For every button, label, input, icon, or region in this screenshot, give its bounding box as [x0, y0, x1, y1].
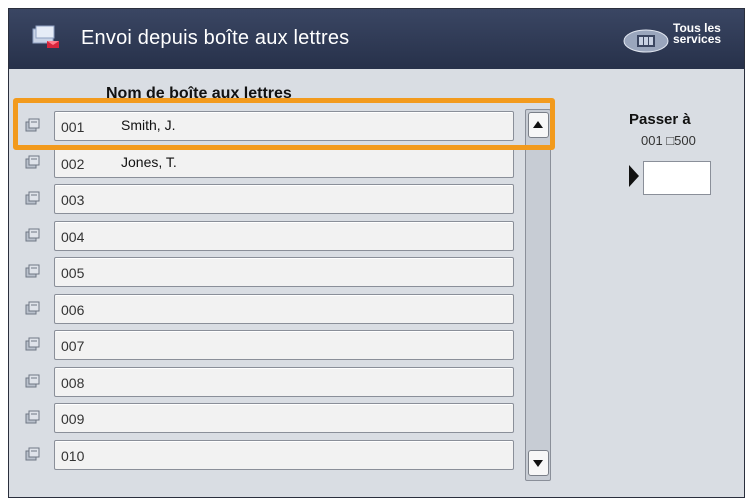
grid-services-icon: [623, 29, 669, 53]
mailbox-icon: [25, 264, 40, 278]
mailbox-field[interactable]: 006: [54, 293, 514, 324]
mailbox-icon: [25, 447, 40, 460]
mailbox-icon: [25, 410, 40, 424]
mailbox-icon: [25, 191, 40, 205]
mailbox-list: 001 Smith, J. 002 Jones, T. 003 004 005 006 007 0…: [19, 109, 551, 481]
mailbox-field[interactable]: 009: [54, 403, 514, 433]
goto-label: Passer à: [629, 111, 691, 128]
mailbox-send-icon: [32, 25, 59, 48]
mailbox-icon: [25, 118, 40, 132]
mailbox-row[interactable]: 009: [19, 401, 519, 435]
mailbox-field[interactable]: 001 Smith, J.: [54, 111, 514, 141]
mailbox-row[interactable]: 001 Smith, J.: [19, 109, 519, 143]
mailbox-number: 005: [61, 265, 85, 281]
mailbox-icon: [25, 337, 40, 351]
mailbox-icon: [25, 301, 40, 314]
mailbox-field[interactable]: 002 Jones, T.: [54, 147, 514, 178]
mailbox-number: 006: [61, 301, 85, 318]
scroll-up-icon: [533, 121, 543, 128]
mailbox-number: 010: [61, 447, 85, 464]
mailbox-name: Smith, J.: [121, 117, 176, 133]
mailbox-row[interactable]: 003: [19, 182, 519, 216]
goto-input[interactable]: [643, 161, 711, 195]
mailbox-name-header: Nom de boîte aux lettres: [106, 85, 292, 102]
mailbox-row[interactable]: 005: [19, 255, 519, 289]
mailbox-number: 008: [61, 374, 85, 391]
mailbox-row[interactable]: 010: [19, 438, 519, 472]
mailbox-icon: [25, 374, 40, 387]
mailbox-name: Jones, T.: [121, 153, 177, 170]
mailbox-field[interactable]: 005: [54, 257, 514, 287]
mailbox-field[interactable]: 004: [54, 220, 514, 251]
scroll-down-button[interactable]: [528, 450, 549, 476]
mailbox-field[interactable]: 008: [54, 366, 514, 397]
mailbox-number: 001: [61, 119, 85, 135]
goto-range: 001 □500: [641, 133, 696, 148]
mailbox-field[interactable]: 003: [54, 184, 514, 214]
mailbox-row[interactable]: 006: [19, 292, 519, 326]
all-services-label: Tous les services: [673, 21, 722, 46]
title-bar: Envoi depuis boîte aux lettres Tous les …: [9, 9, 744, 69]
mailbox-row[interactable]: 008: [19, 365, 519, 399]
mailbox-field[interactable]: 007: [54, 330, 514, 360]
all-services-button[interactable]: Tous les services: [621, 19, 743, 67]
mailbox-row[interactable]: 002 Jones, T.: [19, 146, 519, 180]
scroll-up-button[interactable]: [528, 112, 549, 138]
goto-pointer-icon: [629, 165, 639, 187]
scroll-down-icon: [533, 460, 543, 467]
mailbox-number: 002: [61, 155, 85, 172]
mailbox-number: 003: [61, 192, 85, 208]
list-scrollbar[interactable]: [525, 109, 551, 481]
mailbox-row[interactable]: 007: [19, 328, 519, 362]
page-title: Envoi depuis boîte aux lettres: [81, 27, 350, 49]
mailbox-send-screen: Envoi depuis boîte aux lettres Tous les …: [8, 8, 745, 498]
mailbox-icon: [25, 228, 40, 241]
mailbox-number: 007: [61, 338, 85, 354]
mailbox-row[interactable]: 004: [19, 219, 519, 253]
mailbox-number: 009: [61, 411, 85, 427]
mailbox-icon: [25, 155, 40, 168]
mailbox-number: 004: [61, 228, 85, 245]
mailbox-field[interactable]: 010: [54, 439, 514, 470]
